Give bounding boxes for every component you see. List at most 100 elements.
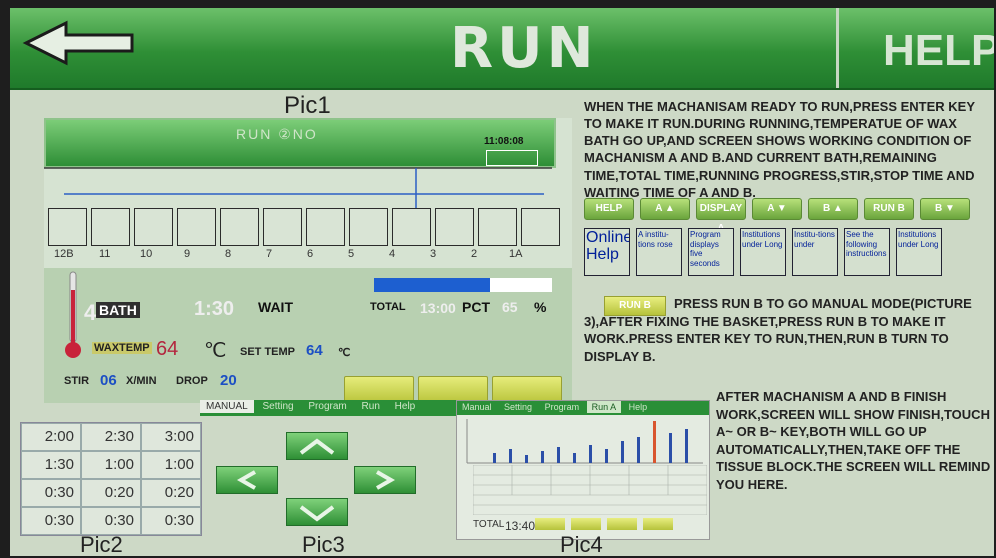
pic4-button[interactable]: [607, 518, 637, 530]
stir-value: 06: [100, 372, 117, 389]
description-box: Online Help: [584, 228, 630, 276]
description-box: Institu-tions under: [792, 228, 838, 276]
back-button[interactable]: [20, 18, 140, 68]
bath-number: 8: [225, 248, 232, 260]
bath-number: 6: [307, 248, 314, 260]
tab-run-a[interactable]: Run A: [586, 401, 622, 413]
clock: 11:08:08: [484, 136, 524, 147]
description-box: Program displays five seconds: [688, 228, 734, 276]
pic1-run-screen: RUN ②NO 11:08:08 12B 11 10 9 8 7 6 5 4 3…: [44, 118, 572, 404]
bath-number: 12B: [54, 248, 74, 260]
top-bar: RUN HELP: [10, 8, 994, 90]
pct-value: 65: [502, 299, 518, 315]
run-b-button[interactable]: RUN B: [604, 296, 666, 316]
bath-number: 7: [266, 248, 273, 260]
connector-lines: [44, 167, 552, 210]
down-arrow-button[interactable]: [286, 498, 348, 526]
help-key[interactable]: HELP: [584, 198, 634, 220]
bath-number: 2: [471, 248, 478, 260]
pic1-status-panel: 4 BATH 1:30 WAIT TOTAL 13:00 PCT 65 % WA…: [44, 268, 572, 404]
a-up-key[interactable]: A ▲: [640, 198, 690, 220]
chevron-down-icon: [299, 505, 335, 522]
tab-manual[interactable]: Manual: [457, 401, 497, 413]
left-arrow-button[interactable]: [216, 466, 278, 494]
pic1-header-text: RUN ②NO: [236, 126, 318, 142]
bath-number: 5: [348, 248, 355, 260]
bath-number: 10: [140, 248, 153, 260]
time-cell: 2:30: [81, 423, 141, 451]
set-temp-label: SET TEMP: [240, 346, 296, 358]
bath-number: 4: [389, 248, 396, 260]
bath-slot[interactable]: [177, 208, 216, 246]
time-cell: 0:20: [81, 479, 141, 507]
pic4-button[interactable]: [643, 518, 673, 530]
bath-label: BATH: [96, 302, 140, 318]
pic3-tabs: MANUAL Setting Program Run Help: [200, 400, 458, 416]
right-arrow-button[interactable]: [354, 466, 416, 494]
bath-slot[interactable]: [134, 208, 173, 246]
up-arrow-button[interactable]: [286, 432, 348, 460]
description-box: See the following instructions: [844, 228, 890, 276]
pct-unit: %: [534, 299, 547, 315]
bath-slot[interactable]: [48, 208, 87, 246]
bath-number: 3: [430, 248, 437, 260]
pic4-buttons: [535, 518, 673, 530]
chevron-left-icon: [236, 470, 256, 490]
bath-slot[interactable]: [306, 208, 345, 246]
stir-unit: X/MIN: [126, 375, 157, 387]
description-box: Institutions under Long: [896, 228, 942, 276]
display-a-key[interactable]: DISPLAY A: [696, 198, 746, 234]
description-box: A institu-tions rose: [636, 228, 682, 276]
progress-bar: [374, 278, 552, 292]
set-temp-unit: ℃: [338, 347, 351, 359]
pic2-label: Pic2: [80, 532, 123, 556]
tab-help[interactable]: Help: [624, 401, 653, 413]
pic4-label: Pic4: [560, 532, 603, 556]
description-box: Institutions under Long: [740, 228, 786, 276]
time-cell: 0:30: [141, 507, 201, 535]
thermometer-icon: [65, 271, 81, 358]
a-down-key[interactable]: A ▼: [752, 198, 802, 220]
bath-slot[interactable]: [349, 208, 388, 246]
tab-run[interactable]: Run: [356, 400, 386, 413]
bath-row: [48, 208, 560, 246]
bath-slot[interactable]: [478, 208, 517, 246]
run-b-key[interactable]: RUN B: [864, 198, 914, 220]
pic4-button[interactable]: [535, 518, 565, 530]
wait-label: WAIT: [258, 299, 293, 315]
pic1-header: RUN ②NO 11:08:08: [44, 118, 556, 168]
bath-slot[interactable]: [392, 208, 431, 246]
time-cell: 1:00: [141, 451, 201, 479]
pic4-total-time: 13:40: [505, 519, 536, 533]
help-label: HELP: [883, 26, 994, 75]
bath-slot[interactable]: [91, 208, 130, 246]
wax-temp-label: WAXTEMP: [92, 342, 152, 354]
tab-setting[interactable]: Setting: [499, 401, 537, 413]
tab-program[interactable]: Program: [540, 401, 585, 413]
wax-temp-unit: ℃: [204, 340, 227, 362]
pct-label: PCT: [462, 299, 490, 315]
b-down-key[interactable]: B ▼: [920, 198, 970, 220]
pic4-button[interactable]: [571, 518, 601, 530]
chevron-up-icon: [299, 438, 335, 455]
time-cell: 0:20: [141, 479, 201, 507]
bath-number: 11: [99, 248, 111, 260]
chevron-right-icon: [376, 470, 396, 490]
time-cell: 2:00: [21, 423, 81, 451]
screen: RUN HELP Pic1 RUN ②NO 11:08:08 12B 11 10…: [10, 8, 994, 556]
help-button[interactable]: HELP: [836, 8, 994, 88]
bath-slot[interactable]: [521, 208, 560, 246]
b-up-key[interactable]: B ▲: [808, 198, 858, 220]
time-cell: 0:30: [21, 507, 81, 535]
tab-setting[interactable]: Setting: [256, 400, 299, 413]
tab-help[interactable]: Help: [389, 400, 422, 413]
bath-slot[interactable]: [220, 208, 259, 246]
pic4-total-label: TOTAL: [473, 519, 505, 530]
tab-program[interactable]: Program: [302, 400, 352, 413]
instruction-buttons: HELP A ▲ DISPLAY A A ▼ B ▲ RUN B B ▼: [584, 198, 970, 234]
bath-slot[interactable]: [263, 208, 302, 246]
clock-box: [486, 150, 538, 166]
time-cell: 1:00: [81, 451, 141, 479]
tab-manual[interactable]: MANUAL: [200, 400, 254, 413]
bath-slot[interactable]: [435, 208, 474, 246]
